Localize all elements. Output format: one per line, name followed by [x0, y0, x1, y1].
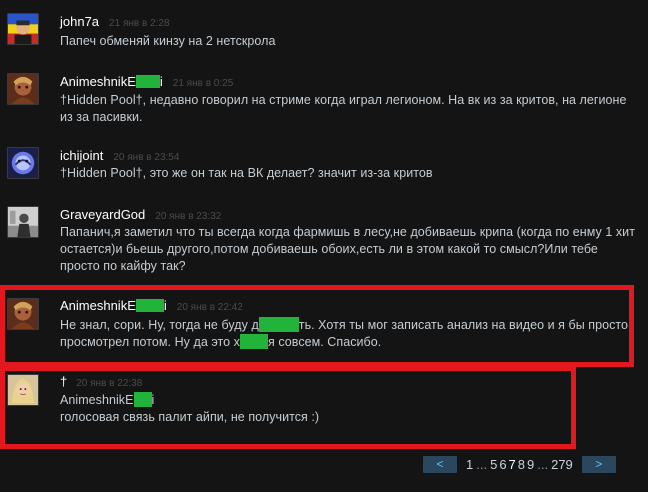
- redaction-mark: [133, 392, 152, 407]
- comment-mention[interactable]: AnimeshnikE i: [60, 392, 640, 409]
- avatar-warrior-icon[interactable]: [7, 73, 39, 105]
- avatar-flag-icon[interactable]: [7, 13, 39, 45]
- comment-text: Папанич,я заметил что ты всегда когда фа…: [60, 225, 635, 273]
- comment-author[interactable]: AnimeshnikE i: [60, 298, 167, 313]
- comment-text: Папеч обменяй кинзу на 2 нетскрола: [60, 34, 276, 48]
- page-link-1[interactable]: 1: [466, 457, 473, 472]
- comment-timestamp: 21 янв в 2:28: [109, 18, 170, 29]
- comment-author[interactable]: AnimeshnikE i: [60, 74, 163, 89]
- prev-page-button[interactable]: <: [423, 456, 457, 473]
- comment-text: Не знал, сори. Ну, тогда не буду д ть. Хо…: [60, 317, 629, 349]
- avatar-warrior-icon[interactable]: [7, 298, 39, 330]
- page-current-7: 7: [508, 457, 516, 472]
- redaction-mark: [239, 334, 268, 349]
- comment-author[interactable]: john7a: [60, 14, 99, 29]
- comment-author[interactable]: ichijoint: [60, 148, 103, 163]
- page-link-6[interactable]: 6: [499, 457, 506, 472]
- avatar-blonde-icon[interactable]: [7, 374, 39, 406]
- comment-timestamp: 20 янв в 23:54: [113, 152, 180, 163]
- comment-author[interactable]: GraveyardGod: [60, 207, 145, 222]
- comment-timestamp: 20 янв в 23:32: [155, 211, 222, 222]
- comment-text: голосовая связь палит айпи, не получится…: [60, 410, 320, 424]
- page-link-8[interactable]: 8: [518, 457, 525, 472]
- page-link-5[interactable]: 5: [490, 457, 497, 472]
- comment-timestamp: 20 янв в 22:38: [76, 378, 143, 389]
- page-ellipsis: ...: [476, 457, 488, 472]
- redaction-mark: [135, 75, 160, 88]
- comment-text: †Hidden Pool†, это же он так на ВК делае…: [60, 166, 433, 180]
- comment-timestamp: 21 янв в 0:25: [172, 78, 234, 89]
- page-link-9[interactable]: 9: [527, 457, 534, 472]
- avatar-bw-photo-icon[interactable]: [7, 206, 39, 238]
- pagination: < 1 ... 5 6 7 8 9 ... 279 >: [423, 456, 616, 473]
- page-link-279[interactable]: 279: [551, 457, 573, 472]
- avatar-orb-icon[interactable]: [7, 147, 39, 179]
- redaction-mark: [135, 299, 164, 312]
- comment-timestamp: 20 янв в 22:42: [176, 302, 243, 313]
- next-page-button[interactable]: >: [581, 456, 616, 473]
- comment-author[interactable]: †: [60, 374, 67, 389]
- page-ellipsis: ...: [537, 457, 549, 472]
- comment-text: †Hidden Pool†, недавно говорил на стриме…: [60, 93, 627, 124]
- redaction-mark: [258, 317, 299, 332]
